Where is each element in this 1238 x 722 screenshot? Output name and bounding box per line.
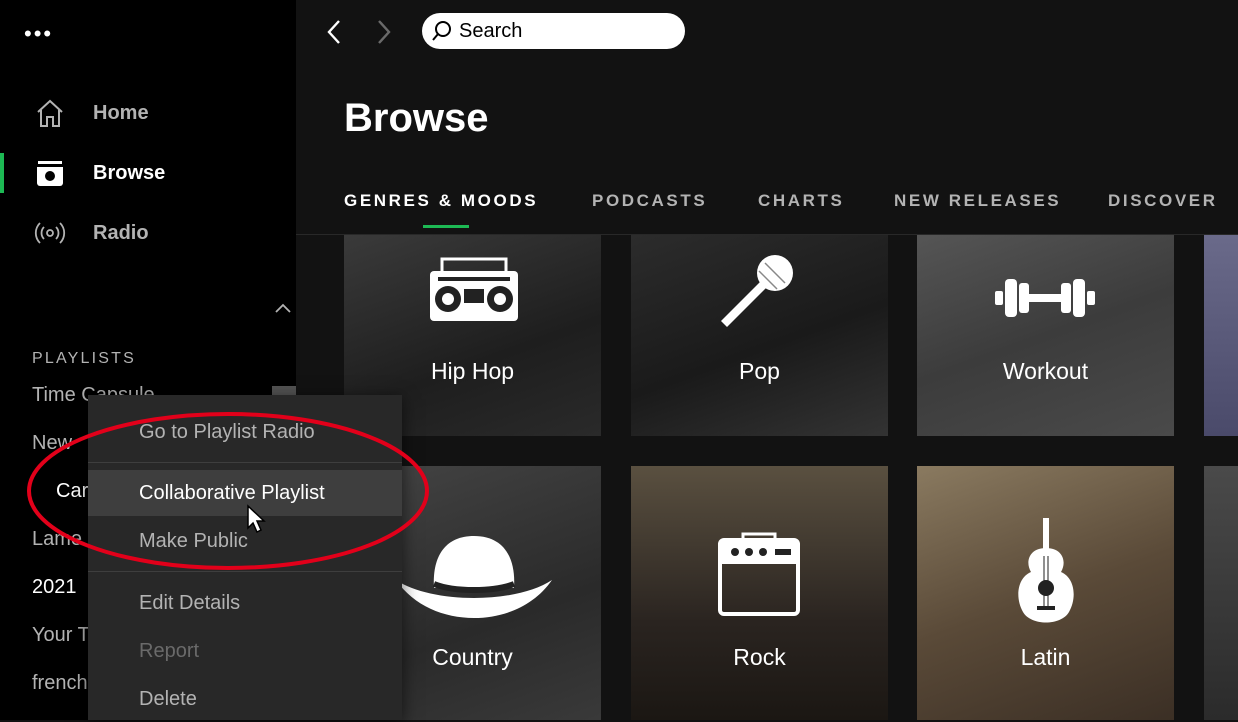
menu-item-report: Report	[88, 628, 402, 674]
genre-grid: Hip Hop Pop Workout Country Rock Latin	[296, 235, 1238, 720]
playlist-item[interactable]: Lame	[32, 528, 82, 551]
guitar-icon	[1018, 518, 1074, 623]
tab-new-releases[interactable]: NEW RELEASES	[894, 191, 1061, 211]
microphone-icon	[721, 255, 793, 327]
context-menu: Go to Playlist Radio Collaborative Playl…	[88, 395, 402, 720]
genre-tile-label: Latin	[1020, 644, 1071, 670]
search-icon	[432, 21, 451, 41]
menu-item-make-public[interactable]: Make Public	[88, 518, 402, 564]
genre-tile-workout[interactable]: Workout	[917, 235, 1174, 436]
boombox-icon	[430, 257, 518, 321]
menu-divider	[88, 571, 402, 572]
menu-item-playlist-radio[interactable]: Go to Playlist Radio	[88, 408, 402, 454]
search-input[interactable]: Search	[422, 13, 685, 49]
playlist-item[interactable]: New	[32, 432, 72, 455]
genre-tile-latin[interactable]: Latin	[917, 466, 1174, 720]
tab-podcasts[interactable]: PODCASTS	[592, 191, 707, 211]
menu-divider	[88, 462, 402, 463]
menu-item-label: Collaborative Playlist	[139, 482, 325, 504]
tab-genres-moods[interactable]: GENRES & MOODS	[344, 191, 538, 211]
nav-home-label: Home	[93, 101, 149, 124]
chevron-up-icon[interactable]	[274, 298, 292, 319]
menu-item-label: Make Public	[139, 530, 248, 552]
nav-radio-label: Radio	[93, 221, 149, 244]
more-dots-icon[interactable]: •••	[24, 23, 53, 45]
amplifier-icon	[718, 532, 800, 616]
cowboy-hat-icon	[396, 536, 552, 618]
menu-item-delete[interactable]: Delete	[88, 676, 402, 722]
home-icon	[33, 96, 67, 130]
tab-charts[interactable]: CHARTS	[758, 191, 844, 211]
genre-tile-partial[interactable]	[1204, 466, 1238, 720]
playlist-item[interactable]: french	[32, 672, 88, 695]
dumbbell-icon	[995, 279, 1095, 317]
playlist-item[interactable]: Car	[56, 480, 88, 503]
browse-icon	[33, 156, 67, 190]
menu-item-label: Edit Details	[139, 592, 241, 614]
nav-home[interactable]: Home	[0, 88, 296, 138]
genre-tile-label: Pop	[739, 358, 780, 384]
playlist-item[interactable]: Your T	[32, 624, 90, 647]
nav-radio[interactable]: Radio	[0, 208, 296, 258]
playlist-item[interactable]: 2021	[32, 576, 77, 599]
menu-item-label: Delete	[139, 688, 197, 710]
radio-icon	[33, 216, 67, 250]
menu-item-collaborative-playlist[interactable]: Collaborative Playlist	[88, 470, 402, 516]
page-title: Browse	[344, 96, 489, 140]
playlists-header: PLAYLISTS	[32, 350, 136, 367]
genre-tile-label: Rock	[733, 644, 786, 670]
genre-tile-partial[interactable]	[1204, 235, 1238, 436]
genre-tile-label: Hip Hop	[430, 358, 515, 384]
genre-tile-pop[interactable]: Pop	[631, 235, 888, 436]
menu-item-label: Report	[139, 640, 200, 662]
chevron-right-icon[interactable]	[374, 18, 394, 51]
nav-browse-label: Browse	[93, 161, 166, 184]
search-placeholder: Search	[459, 19, 523, 42]
tab-discover[interactable]: DISCOVER	[1108, 191, 1218, 211]
nav-browse[interactable]: Browse	[0, 148, 296, 198]
menu-item-label: Go to Playlist Radio	[139, 421, 315, 443]
chevron-left-icon[interactable]	[324, 18, 344, 51]
genre-tile-rock[interactable]: Rock	[631, 466, 888, 720]
genre-tile-label: Workout	[1002, 358, 1089, 384]
active-tab-indicator	[423, 225, 469, 228]
menu-item-edit-details[interactable]: Edit Details	[88, 580, 402, 626]
